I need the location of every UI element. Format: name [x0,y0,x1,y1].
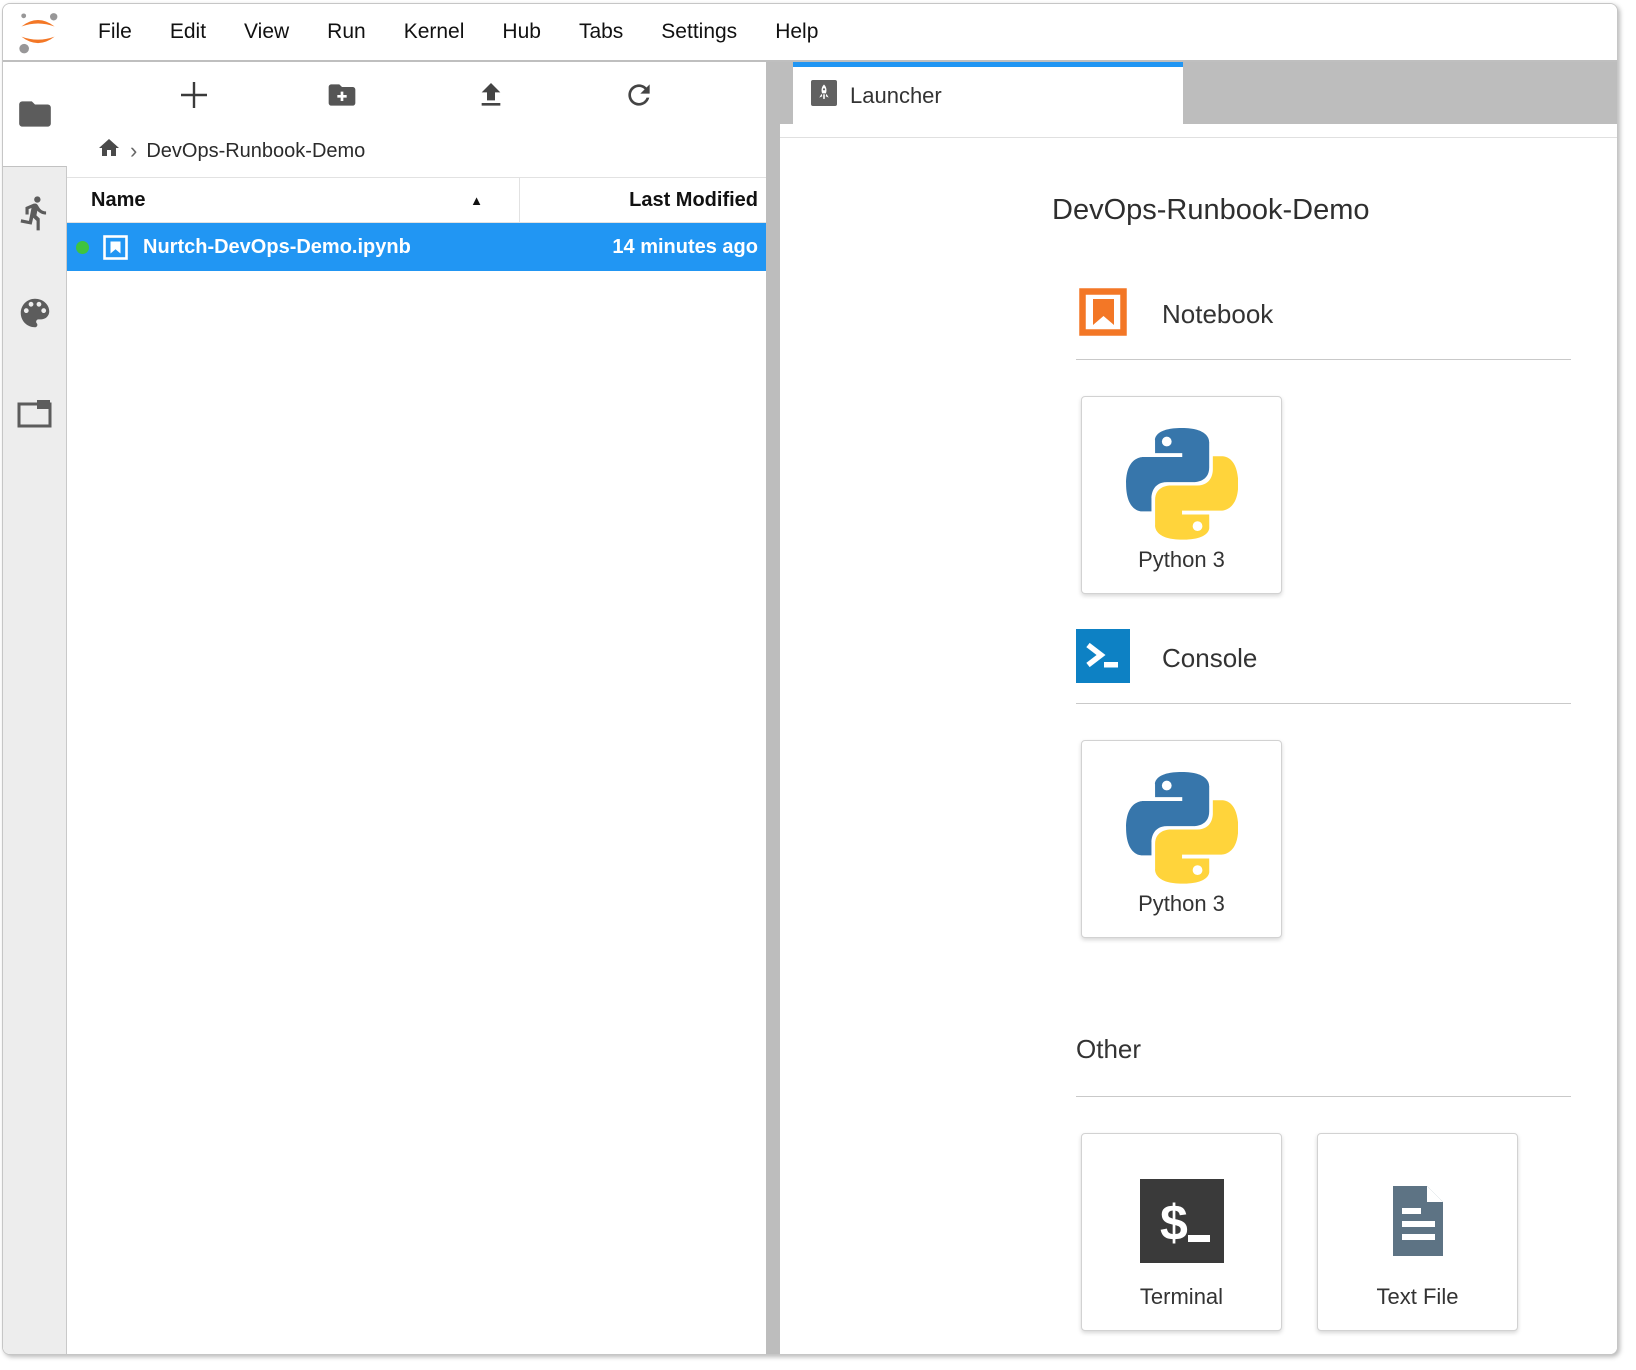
tab-launcher[interactable]: Launcher [793,62,1183,124]
activity-sidebar [3,62,67,1354]
other-card-row: $ Terminal [1081,1133,1617,1331]
menu-tabs[interactable]: Tabs [560,20,642,44]
console-icon [1076,629,1130,688]
menu-view[interactable]: View [225,20,308,44]
section-divider [1076,703,1571,704]
new-launcher-button[interactable] [172,75,216,119]
menu-help[interactable]: Help [756,20,837,44]
menu-file[interactable]: File [79,20,151,44]
palette-icon [16,294,54,337]
file-list-header: Name ▲ Last Modified [67,177,766,223]
section-notebook-label: Notebook [1162,299,1273,330]
upload-button[interactable] [469,75,513,119]
kernel-running-dot [76,241,89,254]
jupyterlab-window: File Edit View Run Kernel Hub Tabs Setti… [2,3,1618,1355]
card-label: Text File [1377,1284,1459,1310]
launcher-card-console-python3[interactable]: Python 3 [1081,740,1282,938]
menu-bar: File Edit View Run Kernel Hub Tabs Setti… [3,4,1617,62]
section-console-header: Console [1076,629,1617,688]
card-label: Python 3 [1138,891,1225,917]
jupyter-logo-icon [13,8,63,56]
file-browser-panel: › DevOps-Runbook-Demo Name ▲ Last Modifi… [67,62,766,1354]
menu-settings[interactable]: Settings [642,20,756,44]
home-icon[interactable] [97,136,121,166]
section-notebook-header: Notebook [1076,285,1617,344]
launcher-panel: DevOps-Runbook-Demo Notebook [780,137,1617,1354]
notebook-file-icon [102,234,129,261]
file-last-modified: 14 minutes ago [612,236,766,259]
menu-run[interactable]: Run [308,20,385,44]
sidebar-item-open-tabs[interactable] [13,393,57,437]
section-divider [1076,1096,1571,1097]
launcher-card-text-file[interactable]: Text File [1317,1133,1518,1331]
launcher-cwd-title: DevOps-Runbook-Demo [1052,194,1617,227]
dock-gap [780,124,1617,137]
sidebar-inactive-area [3,166,67,1354]
console-card-row: Python 3 [1081,740,1617,938]
panel-splitter[interactable] [766,62,780,1354]
breadcrumb-folder[interactable]: DevOps-Runbook-Demo [146,140,365,163]
python-icon [1126,765,1238,891]
section-other-header: Other [1076,1034,1617,1065]
upload-icon [475,79,507,116]
card-label: Python 3 [1138,547,1225,573]
breadcrumb-separator: › [130,140,137,162]
dock-panel: Launcher DevOps-Runbook-Demo Notebook [780,62,1617,1354]
python-icon [1126,421,1238,547]
sidebar-item-command-palette[interactable] [13,293,57,337]
menu-kernel[interactable]: Kernel [385,20,484,44]
section-divider [1076,359,1571,360]
file-name: Nurtch-DevOps-Demo.ipynb [143,236,612,259]
launcher-card-notebook-python3[interactable]: Python 3 [1081,396,1282,594]
terminal-icon: $ [1140,1158,1224,1284]
notebook-icon [1076,285,1130,344]
card-label: Terminal [1140,1284,1223,1310]
folder-icon [13,92,57,136]
tabs-icon [16,394,54,437]
column-header-name[interactable]: Name ▲ [67,178,519,222]
launcher-icon [811,80,837,111]
sort-ascending-icon: ▲ [470,193,483,208]
refresh-icon [623,79,655,116]
sidebar-item-file-browser[interactable] [3,62,67,166]
refresh-button[interactable] [617,75,661,119]
dock-tab-bar: Launcher [780,62,1617,124]
breadcrumb: › DevOps-Runbook-Demo [67,132,766,170]
running-icon [16,194,54,237]
tab-launcher-label: Launcher [850,83,942,109]
new-folder-button[interactable] [320,75,364,119]
launcher-card-terminal[interactable]: $ Terminal [1081,1133,1282,1331]
menu-edit[interactable]: Edit [151,20,225,44]
text-file-icon [1376,1158,1460,1284]
sidebar-item-running-sessions[interactable] [13,193,57,237]
folder-plus-icon [326,79,358,116]
svg-text:$: $ [1160,1195,1188,1251]
notebook-card-row: Python 3 [1081,396,1617,594]
section-other-label: Other [1076,1034,1141,1065]
file-row-selected[interactable]: Nurtch-DevOps-Demo.ipynb 14 minutes ago [67,223,766,271]
column-header-last-modified[interactable]: Last Modified [519,178,766,222]
plus-icon [177,78,211,117]
section-console-label: Console [1162,643,1257,674]
menu-hub[interactable]: Hub [483,20,560,44]
file-browser-toolbar [67,62,766,132]
